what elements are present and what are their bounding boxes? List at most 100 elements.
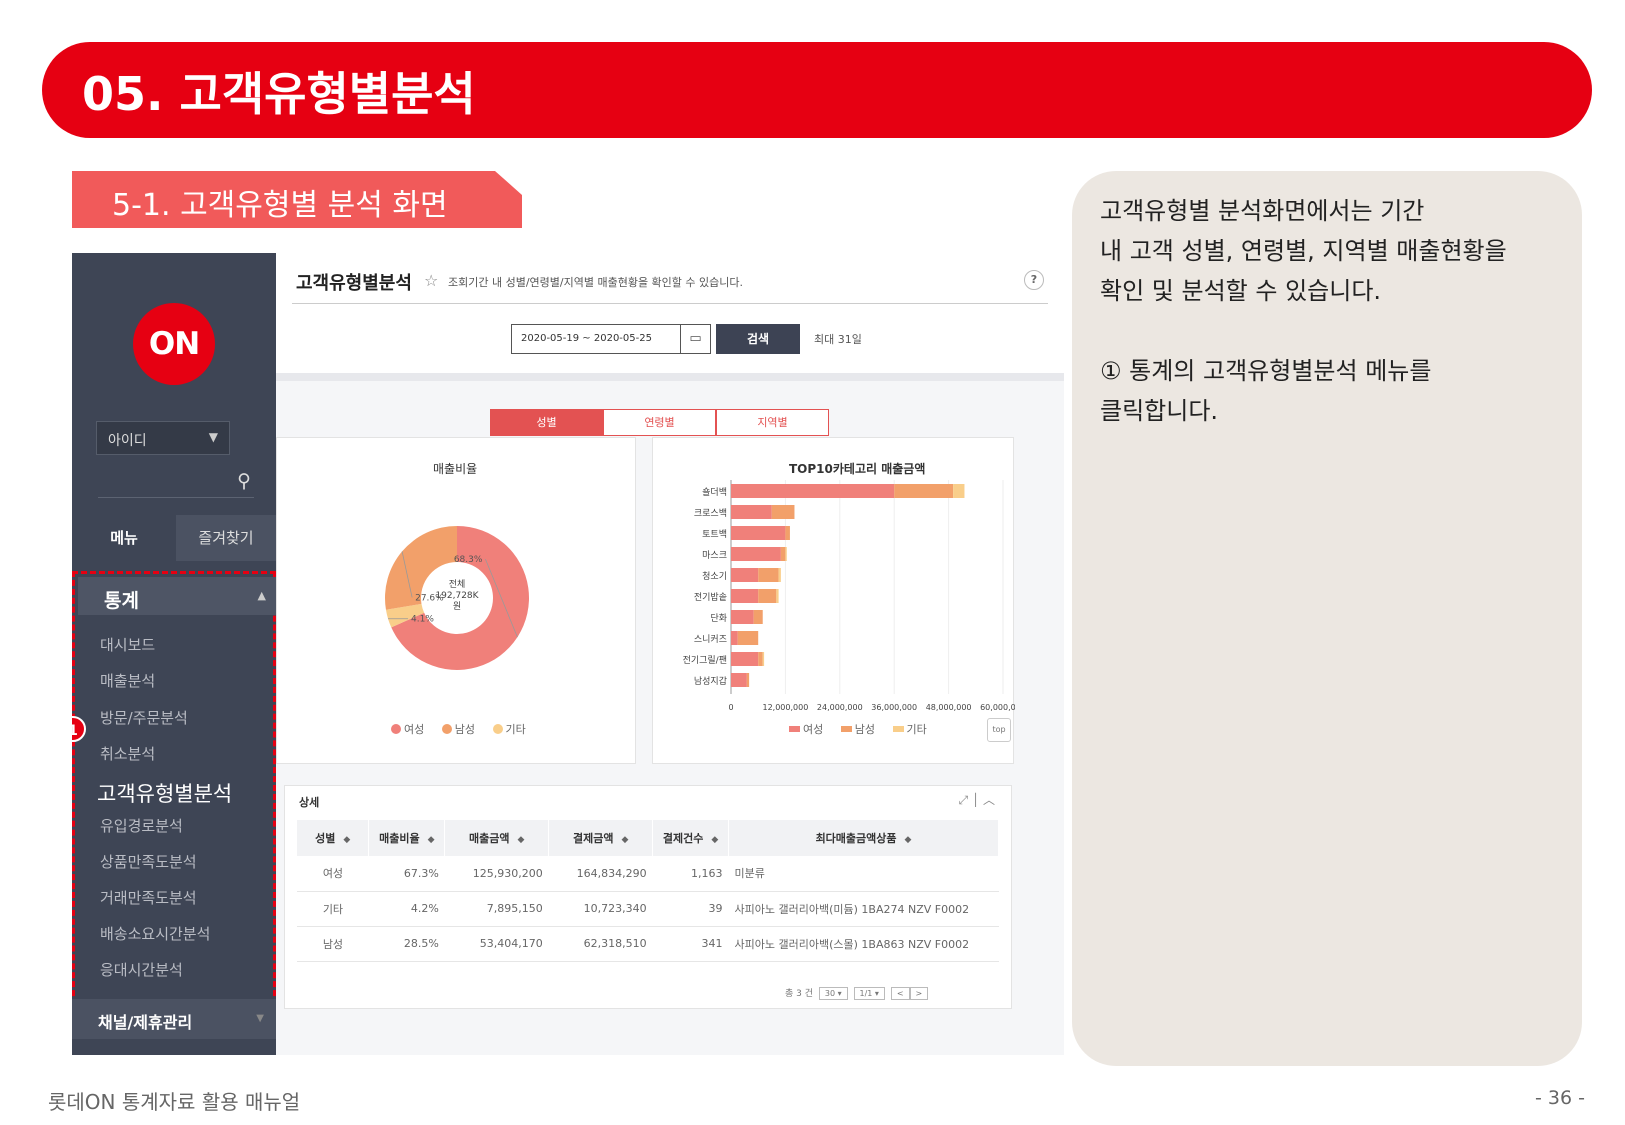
date-range-input[interactable]: 2020-05-19 ~ 2020-05-25 [511,324,681,354]
bar-segment[interactable] [731,484,895,498]
bar-segment[interactable] [785,526,790,540]
page-select[interactable]: 1/1 ▾ [853,987,885,1000]
column-header[interactable]: 매출비율 ◆ [368,820,446,856]
column-header[interactable]: 결제금액 ◆ [548,820,654,856]
column-header[interactable]: 최다매출금액상품 ◆ [728,820,999,856]
bar-segment[interactable] [737,631,759,645]
bar-segment[interactable] [731,673,747,687]
legend-label: 기타 [505,723,526,736]
pager: 총 3 건 30 ▾ 1/1 ▾ < > [785,986,929,1000]
pie-value-label: 68.3% [454,555,483,565]
bar-segment[interactable] [731,505,772,519]
bar-segment[interactable] [746,673,750,687]
category-label: 토트백 [702,529,727,540]
bar-segment[interactable] [776,589,779,603]
menu-search[interactable]: ⚲ [98,468,254,498]
sidebar-item[interactable]: 대시보드 [100,634,155,655]
menu-group-header[interactable]: 통계 ▲ [78,577,276,615]
sidebar-item[interactable]: 매출분석 [100,670,155,691]
table-cell: 10,723,340 [548,891,653,927]
segment-region[interactable]: 지역별 [716,409,829,436]
detail-panel: 상세 ⤢ │ ︿ 성별 ◆ 매출비율 ◆ 매출금액 ◆ 결제금액 ◆ 결제건수 ◆ 최다매출금액상품… [284,785,1012,1009]
sort-icon[interactable]: ◆ [905,835,912,845]
category-label: 크로스백 [694,508,727,519]
sidebar-item[interactable]: 거래만족도분석 [100,887,197,908]
sort-icon[interactable]: ◆ [428,835,435,845]
bar-segment[interactable] [785,547,787,561]
tab-favorites[interactable]: 즐겨찾기 [176,515,276,561]
legend-swatch [441,724,452,734]
sort-icon[interactable]: ◆ [518,835,525,845]
sidebar-item[interactable]: 응대시간분석 [100,959,183,980]
chevron-down-icon: ▼ [256,1013,264,1024]
bar-segment[interactable] [731,547,781,561]
bar-segment[interactable] [894,484,954,498]
expand-icon[interactable]: ⤢ │ ︿ [959,791,995,808]
category-label: 전기그릴/팬 [683,655,727,666]
bar-segment[interactable] [762,652,765,666]
sidebar-item[interactable]: 배송소요시간분석 [100,923,210,944]
bar-segment[interactable] [753,610,763,624]
bar-segment[interactable] [771,505,795,519]
per-page-select[interactable]: 30 ▾ [818,987,848,1000]
column-header[interactable]: 결제건수 ◆ [652,820,730,856]
calendar-icon[interactable]: ▭ [681,324,711,354]
bar-segment[interactable] [953,484,965,498]
bar-segment[interactable] [731,526,786,540]
help-icon[interactable]: ? [1024,270,1044,290]
table-cell: 7,895,150 [444,891,549,927]
sidebar-item[interactable]: 고객유형별분석 [97,778,232,808]
bar-segment[interactable] [731,631,738,645]
table-cell: 기타 [297,891,369,927]
bar-segment[interactable] [758,589,777,603]
pie-value-label: 4.1% [411,615,434,625]
sidebar-item[interactable]: 상품만족도분석 [100,851,197,872]
sort-icon[interactable]: ◆ [343,835,350,845]
per-page-value: 30 [824,989,836,998]
bar-segment[interactable] [758,652,763,666]
column-header[interactable]: 매출금액 ◆ [444,820,550,856]
id-select[interactable]: 아이디 ▼ [96,421,230,455]
search-button[interactable]: 검색 [716,324,800,354]
table-row[interactable]: 남성 28.5% 53,404,170 62,318,510 341 사피아노 갤러리아백… [297,926,999,962]
bar-segment[interactable] [731,610,754,624]
prev-page-button[interactable]: < [890,987,910,1000]
menu-group-title: 통계 [104,590,139,612]
search-icon[interactable]: ⚲ [237,470,251,492]
table-row[interactable]: 기타 4.2% 7,895,150 10,723,340 39 사피아노 갤러리아백(미듐… [297,891,999,927]
tab-menu[interactable]: 메뉴 [72,515,176,561]
page-header: 고객유형별분석 ☆ 조회기간 내 성별/연령별/지역별 매출현황을 확인할 수 … [276,253,1064,373]
bar-segment[interactable] [778,568,781,582]
bar-panel: TOP10카테고리 매출금액 0 12,000,000 24,000,000 36,0… [652,437,1015,764]
legend-swatch [492,724,503,734]
column-header-label: 성별 [315,832,336,845]
legend-label: 남성 [454,723,475,736]
bar-segment[interactable] [780,547,786,561]
pie-panel: 매출비율 전체 192,728K 원 68.3% 4.1% 27.6% 여성 남성 기타 [276,437,636,764]
bar-segment[interactable] [731,589,759,603]
star-icon[interactable]: ☆ [424,271,438,290]
segment-age[interactable]: 연령별 [603,409,716,436]
bar-segment[interactable] [731,652,759,666]
sidebar-item[interactable]: 방문/주문분석 [100,707,188,728]
description-line: 클릭합니다. [1100,397,1219,425]
sidebar-item[interactable]: 유입경로분석 [100,815,183,836]
pie-center-label: 원 [453,601,461,612]
column-header[interactable]: 성별 ◆ [297,820,370,856]
sidebar-item[interactable]: 취소분석 [100,743,155,764]
table-cell: 4.2% [368,891,445,927]
sort-icon[interactable]: ◆ [621,835,628,845]
description-line: 내 고객 성별, 연령별, 지역별 매출현황을 [1100,237,1507,265]
table-row[interactable]: 여성 67.3% 125,930,200 164,834,290 1,163 미분류 [297,856,999,892]
bar-segment[interactable] [731,568,759,582]
page-title: 고객유형별분석 [296,273,412,294]
top-button[interactable]: top [987,718,1011,742]
menu-group-title: 채널/제휴관리 [98,1013,193,1032]
sort-icon[interactable]: ◆ [711,835,718,845]
menu-group-channel[interactable]: 채널/제휴관리 ▼ [72,999,276,1039]
table-header-row: 성별 ◆ 매출비율 ◆ 매출금액 ◆ 결제금액 ◆ 결제건수 ◆ 최다매출금액상품 ◆ [297,820,999,856]
next-page-button[interactable]: > [909,987,929,1000]
category-label: 마스크 [702,550,727,561]
bar-segment[interactable] [758,568,779,582]
segment-gender[interactable]: 성별 [490,409,603,436]
